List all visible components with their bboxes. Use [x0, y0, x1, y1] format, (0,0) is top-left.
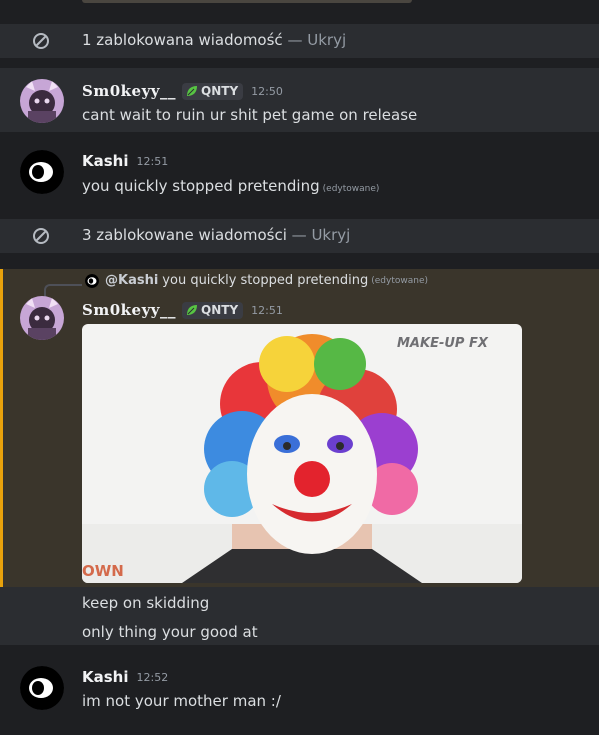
- image-corner-text: OWN: [82, 562, 124, 580]
- edited-indicator: (edytowane): [322, 184, 380, 194]
- image-attachment[interactable]: MAKE-UP FX OWN: [82, 324, 522, 583]
- message-group: Kashi 12:52 im not your mother man :/: [0, 655, 599, 735]
- message-continuation: keep on skidding only thing your good at: [0, 587, 599, 645]
- message-header: Kashi 12:52: [82, 668, 168, 686]
- message-text: you quickly stopped pretending (edytowane…: [82, 177, 380, 195]
- username[interactable]: Kashi: [82, 668, 129, 686]
- timestamp[interactable]: 12:51: [251, 304, 283, 317]
- timestamp[interactable]: 12:50: [251, 85, 283, 98]
- reply-preview[interactable]: @Kashi you quickly stopped pretending (ed…: [85, 273, 428, 288]
- username[interactable]: Kashi: [82, 152, 129, 170]
- message-text: only thing your good at: [82, 623, 258, 641]
- message-text: keep on skidding: [82, 594, 210, 612]
- message-header: Sm0keyy__ QNTY 12:51: [82, 301, 283, 319]
- edited-indicator: (edytowane): [371, 275, 429, 286]
- message-header: Kashi 12:51: [82, 152, 168, 170]
- reply-text: you quickly stopped pretending: [162, 273, 369, 288]
- previous-image-remnant: [0, 0, 599, 8]
- username[interactable]: Sm0keyy__: [82, 82, 176, 100]
- avatar[interactable]: [20, 296, 64, 340]
- blocked-notice-text: 3 zablokowane wiadomości — Ukryj: [82, 226, 351, 244]
- leaf-icon: [187, 86, 198, 96]
- avatar[interactable]: [20, 150, 64, 194]
- reply-author[interactable]: @Kashi: [105, 273, 158, 288]
- blocked-messages-notice: 3 zablokowane wiadomości — Ukryj: [0, 219, 599, 253]
- blocked-notice-text: 1 zablokowana wiadomość — Ukryj: [82, 31, 347, 49]
- message-group: Sm0keyy__ QNTY 12:50 cant wait to ruin u…: [0, 68, 599, 132]
- message-text: cant wait to ruin ur shit pet game on re…: [82, 106, 418, 124]
- reply-avatar: [85, 273, 99, 288]
- leaf-icon: [187, 305, 198, 315]
- message-header: Sm0keyy__ QNTY 12:50: [82, 82, 283, 100]
- blocked-icon: [33, 33, 49, 49]
- clan-tag[interactable]: QNTY: [182, 82, 244, 100]
- blocked-messages-notice: 1 zablokowana wiadomość — Ukryj: [0, 24, 599, 58]
- username[interactable]: Sm0keyy__: [82, 301, 176, 319]
- avatar[interactable]: [20, 666, 64, 710]
- clan-tag[interactable]: QNTY: [182, 301, 244, 319]
- watermark-text: MAKE-UP FX: [397, 336, 489, 351]
- blocked-icon: [33, 228, 49, 244]
- message-text: im not your mother man :/: [82, 692, 281, 710]
- timestamp[interactable]: 12:52: [137, 671, 169, 684]
- avatar[interactable]: [20, 79, 64, 123]
- message-group: Kashi 12:51 you quickly stopped pretendi…: [0, 140, 599, 210]
- highlighted-message: @Kashi you quickly stopped pretending (ed…: [0, 269, 599, 587]
- timestamp[interactable]: 12:51: [137, 155, 169, 168]
- hide-blocked-link[interactable]: Ukryj: [311, 226, 350, 244]
- hide-blocked-link[interactable]: Ukryj: [307, 31, 346, 49]
